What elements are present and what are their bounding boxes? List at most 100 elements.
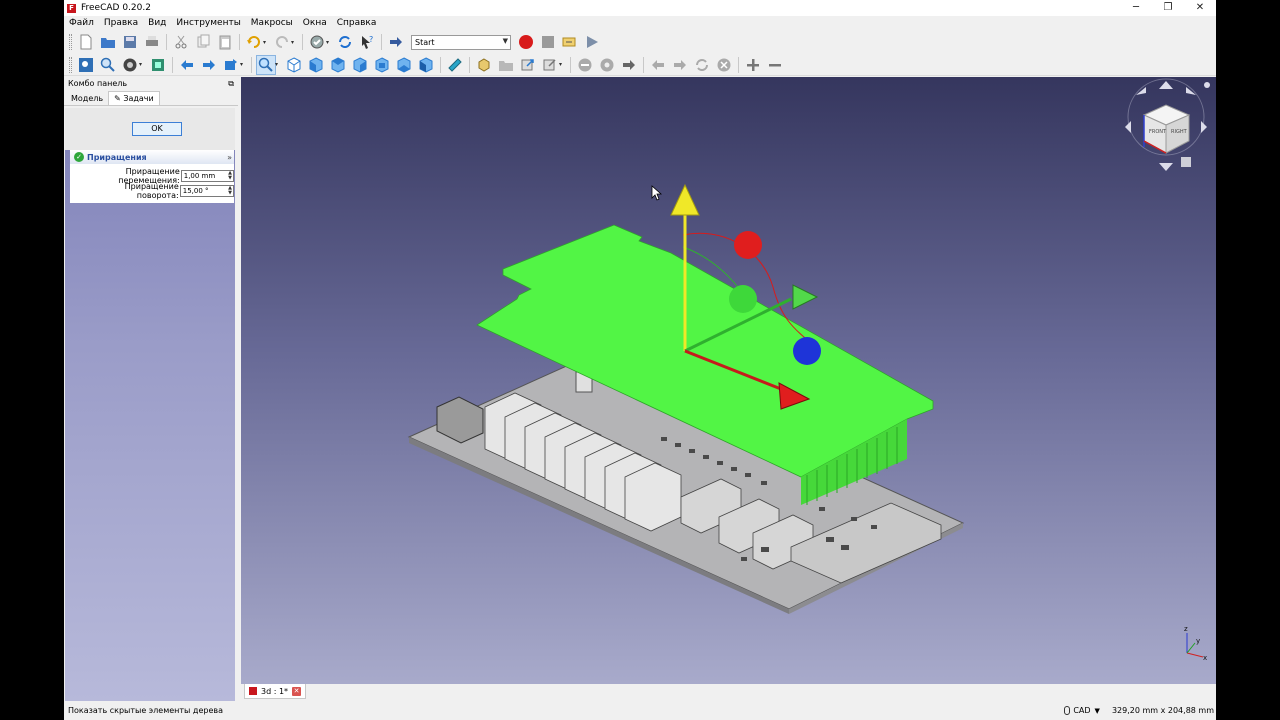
close-button[interactable]: ✕ xyxy=(1184,0,1216,16)
save-button[interactable] xyxy=(120,32,140,52)
y-axis-cone[interactable] xyxy=(792,284,819,310)
record-macro-button[interactable] xyxy=(516,32,536,52)
cut-button[interactable] xyxy=(171,32,191,52)
increments-header[interactable]: ✓ Приращения » xyxy=(70,150,234,164)
tab-document-3d[interactable]: 3d : 1* ✕ xyxy=(244,684,307,699)
cube-left-icon xyxy=(419,56,433,73)
move-increment-input[interactable]: 1,00 mm ▲ ▼ xyxy=(180,170,234,182)
edit-macro-button[interactable] xyxy=(560,32,580,52)
3d-scene[interactable]: FRONT RIGHT z y x xyxy=(241,77,1216,684)
tree-next-button[interactable] xyxy=(670,55,690,75)
undo-dropdown-icon[interactable]: ▾ xyxy=(263,39,269,46)
workbench-button[interactable] xyxy=(307,32,327,52)
tab-model[interactable]: Модель xyxy=(66,92,108,105)
zoom-out-button[interactable] xyxy=(765,55,785,75)
status-bar: Показать скрытые элементы дерева CAD ▼ 3… xyxy=(64,701,1216,720)
copy-button[interactable] xyxy=(193,32,213,52)
navcube-menu-icon[interactable] xyxy=(1181,157,1191,167)
view-left-button[interactable] xyxy=(416,55,436,75)
ok-button[interactable]: OK xyxy=(132,122,182,136)
clipboard-icon xyxy=(219,35,231,50)
undock-icon[interactable]: ⧉ xyxy=(228,79,234,89)
x-axis-label: x xyxy=(1203,654,1207,662)
view-front-button[interactable] xyxy=(306,55,326,75)
spin-arrows-icon[interactable]: ▲ ▼ xyxy=(228,186,232,196)
rotate-z-handle[interactable] xyxy=(793,337,821,365)
tree-go-button[interactable] xyxy=(619,55,639,75)
create-group-button[interactable] xyxy=(496,55,516,75)
toolbar-grip[interactable] xyxy=(69,56,72,73)
fit-all-button[interactable] xyxy=(76,55,96,75)
draw-style-button[interactable] xyxy=(120,55,140,75)
zoom-in-button[interactable] xyxy=(743,55,763,75)
bounding-box-button[interactable] xyxy=(148,55,168,75)
menu-edit[interactable]: Правка xyxy=(99,18,143,28)
back-button[interactable] xyxy=(177,55,197,75)
undo-button[interactable] xyxy=(244,32,264,52)
link-dropdown-icon[interactable]: ▾ xyxy=(559,61,565,68)
view-rear-button[interactable] xyxy=(372,55,392,75)
fit-selection-button[interactable] xyxy=(98,55,118,75)
new-document-button[interactable] xyxy=(76,32,96,52)
redo-button[interactable] xyxy=(272,32,292,52)
close-icon[interactable]: ✕ xyxy=(292,686,302,696)
pan-up-icon[interactable] xyxy=(1159,81,1173,89)
refresh-button[interactable] xyxy=(335,32,355,52)
workbench-dropdown-icon[interactable]: ▾ xyxy=(326,39,332,46)
tree-collapse-button[interactable] xyxy=(575,55,595,75)
spin-arrows-icon[interactable]: ▲ ▼ xyxy=(228,171,232,181)
collapse-icon[interactable]: » xyxy=(227,153,232,162)
rotate-x-handle[interactable] xyxy=(734,231,762,259)
pencil-icon: ✎ xyxy=(114,94,124,103)
mouse-icon xyxy=(1064,706,1071,715)
3d-viewport[interactable]: FRONT RIGHT z y x xyxy=(241,77,1216,684)
measure-distance-button[interactable] xyxy=(445,55,465,75)
navigation-style-selector[interactable]: CAD ▼ xyxy=(1064,706,1100,715)
draw-style-dropdown-icon[interactable]: ▾ xyxy=(139,61,145,68)
menu-tools[interactable]: Инструменты xyxy=(171,18,245,28)
sync-view-dropdown-icon[interactable]: ▾ xyxy=(240,61,246,68)
paste-button[interactable] xyxy=(215,32,235,52)
macro-select[interactable]: Start ▼ xyxy=(411,34,511,50)
redo-dropdown-icon[interactable]: ▾ xyxy=(291,39,297,46)
navigation-cube[interactable]: FRONT RIGHT xyxy=(1125,78,1210,171)
toolbar-grip[interactable] xyxy=(69,34,72,50)
create-part-button[interactable] xyxy=(474,55,494,75)
view-top-button[interactable] xyxy=(328,55,348,75)
menu-file[interactable]: Файл xyxy=(64,18,99,28)
tree-prev-button[interactable] xyxy=(648,55,668,75)
maximize-button[interactable]: ❐ xyxy=(1152,0,1184,16)
navcube-right-face[interactable]: RIGHT xyxy=(1171,129,1188,135)
toolbar-file: ▾ ▾ ▾ ? Start ▼ xyxy=(64,31,1216,53)
make-link-button[interactable] xyxy=(518,55,538,75)
arrow-right-icon xyxy=(623,59,635,70)
menu-windows[interactable]: Окна xyxy=(298,18,332,28)
sync-view-button[interactable] xyxy=(221,55,241,75)
combo-panel: Комбо панель ⧉ Модель ✎ Задачи OK ✓ Прир… xyxy=(64,77,238,701)
menu-help[interactable]: Справка xyxy=(332,18,382,28)
rotate-y-handle[interactable] xyxy=(729,285,757,313)
recompute-button[interactable] xyxy=(692,55,712,75)
view-right-button[interactable] xyxy=(350,55,370,75)
stop-macro-button[interactable] xyxy=(538,32,558,52)
run-macro-button[interactable] xyxy=(582,32,602,52)
rotate-increment-input[interactable]: 15,00 ° ▲ ▼ xyxy=(179,185,234,197)
tab-tasks[interactable]: ✎ Задачи xyxy=(108,91,160,105)
menu-view[interactable]: Вид xyxy=(143,18,171,28)
z-axis-cone[interactable] xyxy=(670,183,700,216)
cancel-recompute-button[interactable] xyxy=(714,55,734,75)
isometric-view-button[interactable] xyxy=(256,54,276,75)
minimize-button[interactable]: ─ xyxy=(1120,0,1152,16)
tree-select-button[interactable] xyxy=(597,55,617,75)
view-axonometric-button[interactable] xyxy=(284,55,304,75)
forward-button[interactable] xyxy=(199,55,219,75)
open-button[interactable] xyxy=(98,32,118,52)
whats-this-button[interactable]: ? xyxy=(357,32,377,52)
pan-down-icon[interactable] xyxy=(1159,163,1173,171)
print-button[interactable] xyxy=(142,32,162,52)
std-views-dropdown-icon[interactable]: ▾ xyxy=(275,61,281,68)
menu-macros[interactable]: Макросы xyxy=(246,18,298,28)
navcube-front-face[interactable]: FRONT xyxy=(1149,129,1167,135)
view-bottom-button[interactable] xyxy=(394,55,414,75)
link-actions-button[interactable] xyxy=(540,55,560,75)
